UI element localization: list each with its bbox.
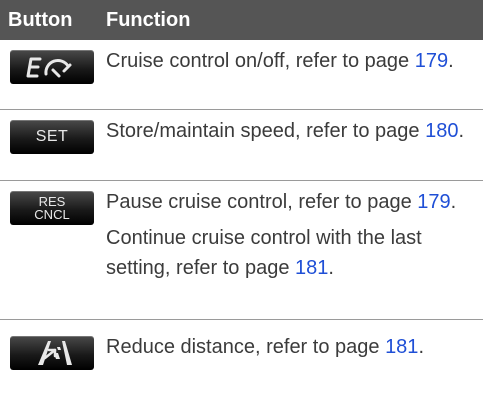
- function-cell: Store/maintain speed, refer to page 180.: [106, 110, 483, 180]
- function-text: Reduce distance, refer to page 181.: [106, 332, 473, 362]
- punctuation: .: [458, 120, 465, 142]
- header-function-column: Function: [106, 8, 191, 31]
- set-button: SET: [10, 120, 94, 154]
- page-link[interactable]: 181: [295, 257, 328, 279]
- punctuation: .: [448, 50, 454, 72]
- cruise-control-icon: [26, 57, 72, 78]
- button-cell: RES CNCL: [0, 181, 106, 319]
- table-row-distance: Reduce distance, refer to page 181.: [0, 320, 483, 400]
- table-row-set: SET Store/maintain speed, refer to page …: [0, 110, 483, 181]
- function-cell: Cruise control on/off, refer to page 179…: [106, 40, 483, 109]
- distance-button: [10, 336, 94, 370]
- function-description: Continue cruise control with the last se…: [106, 227, 422, 279]
- res-cncl-button: RES CNCL: [10, 191, 94, 225]
- header-button-column: Button: [8, 8, 73, 31]
- function-text: Pause cruise control, refer to page 179.: [106, 187, 473, 217]
- button-cell: [0, 326, 106, 400]
- cruise-control-button: [10, 50, 94, 84]
- function-description: Cruise control on/off, refer to page: [106, 50, 415, 72]
- table-row-cruise-toggle: Cruise control on/off, refer to page 179…: [0, 40, 483, 110]
- table-header: Button Function: [0, 0, 483, 40]
- function-cell: Reduce distance, refer to page 181.: [106, 326, 483, 400]
- distance-icon: [38, 341, 72, 365]
- page-link[interactable]: 179: [415, 50, 448, 72]
- punctuation: .: [450, 191, 457, 213]
- page-link[interactable]: 180: [425, 120, 458, 142]
- page-link[interactable]: 179: [417, 191, 450, 213]
- button-function-table: Button Function Cruise control on/off, r…: [0, 0, 483, 400]
- page-link[interactable]: 181: [385, 336, 418, 358]
- table-row-res-cncl: RES CNCL Pause cruise control, refer to …: [0, 181, 483, 320]
- function-description: Reduce distance, refer to page: [106, 336, 386, 358]
- function-text: Cruise control on/off, refer to page 179…: [106, 46, 473, 76]
- punctuation: .: [418, 336, 424, 358]
- function-text: Continue cruise control with the last se…: [106, 223, 473, 283]
- button-cell: SET: [0, 110, 106, 180]
- function-description: Store/maintain speed, refer to page: [106, 120, 426, 142]
- button-cell: [0, 40, 106, 109]
- punctuation: .: [328, 257, 334, 279]
- function-text: Store/maintain speed, refer to page 180.: [106, 116, 473, 146]
- function-cell: Pause cruise control, refer to page 179.…: [106, 181, 483, 319]
- cncl-label: CNCL: [34, 207, 70, 222]
- function-description: Pause cruise control, refer to page: [106, 191, 418, 213]
